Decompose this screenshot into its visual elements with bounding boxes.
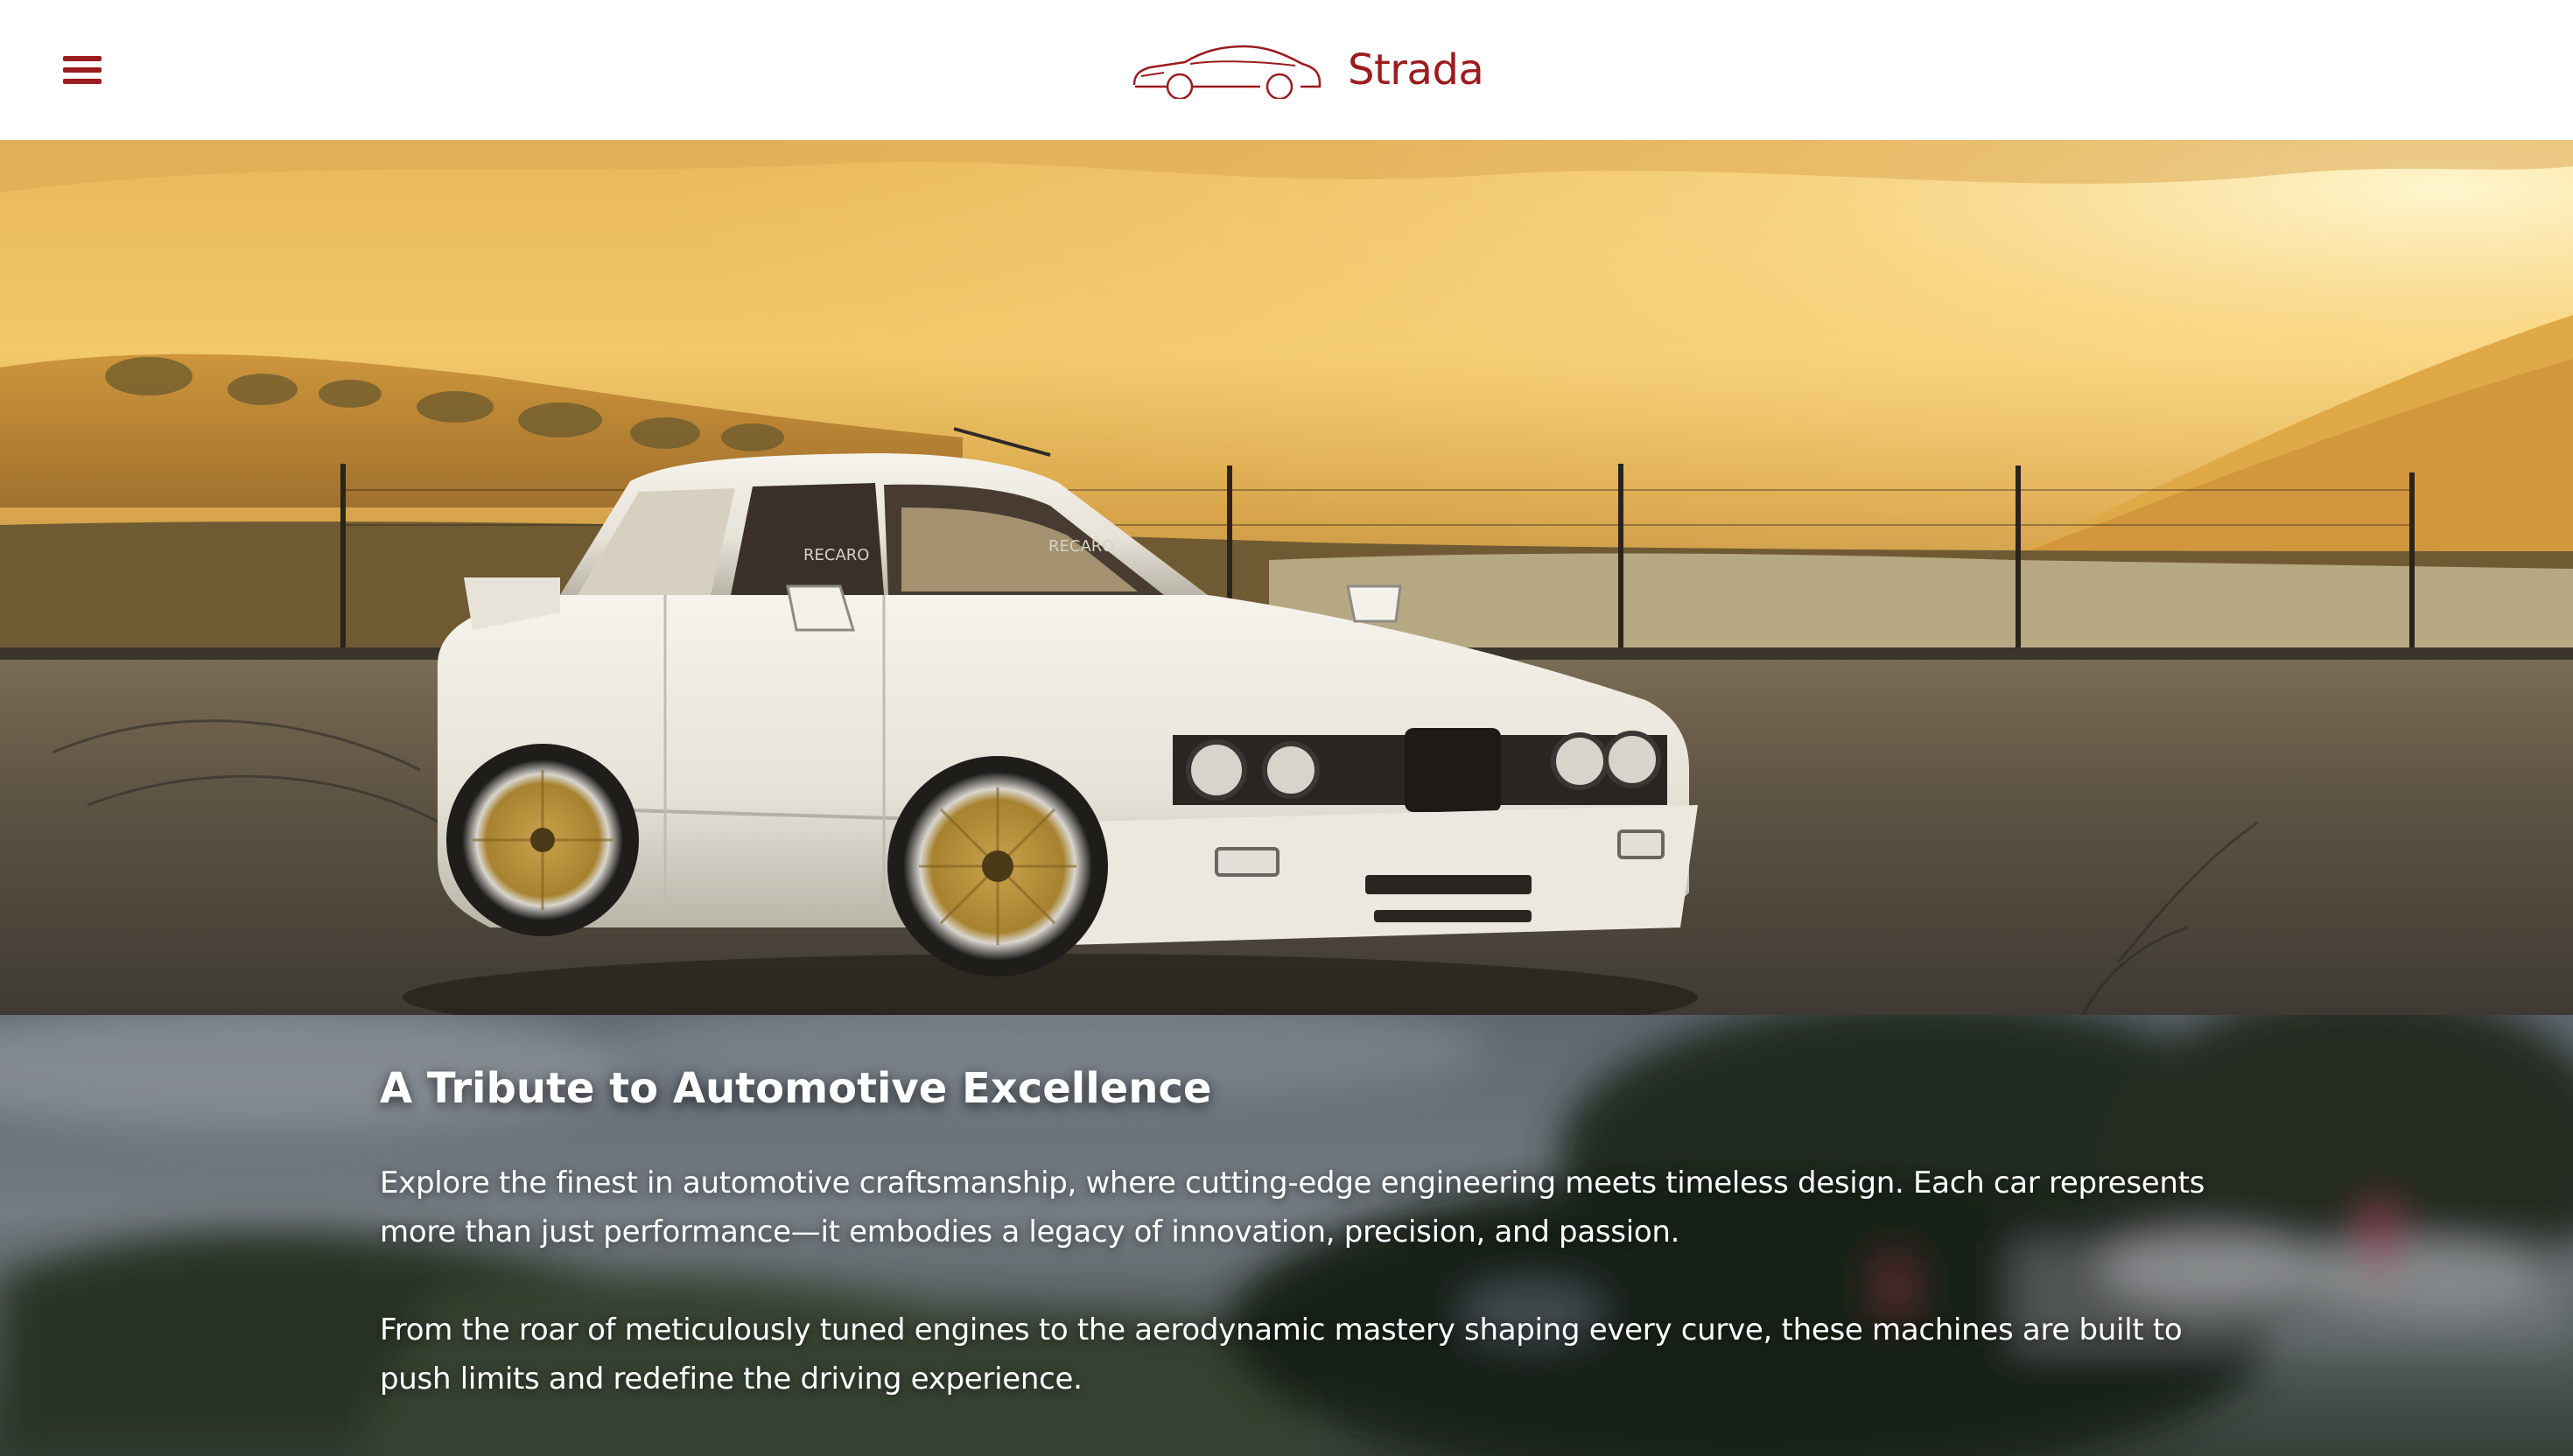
tribute-paragraph-2: From the roar of meticulously tuned engi…: [380, 1312, 2183, 1396]
seat-label-right: RECARO: [1048, 537, 1114, 556]
car-outline-logo-icon: [1129, 41, 1323, 99]
tribute-heading: A Tribute to Automotive Excellence: [380, 1064, 1212, 1113]
brand-name: Strada: [1348, 46, 1484, 94]
page: Strada RECARO RECARO A Tribute to Automo…: [0, 0, 2573, 1456]
tribute-section: A Tribute to Automotive Excellence Explo…: [0, 1015, 2573, 1456]
tribute-content: A Tribute to Automotive Excellence Explo…: [380, 1064, 2235, 1452]
brand-logo-link[interactable]: Strada: [1129, 37, 1484, 103]
hero-car-image: RECARO RECARO: [0, 140, 2573, 1015]
tribute-paragraph-1: Explore the finest in automotive craftsm…: [380, 1165, 2205, 1250]
seat-label-left: RECARO: [803, 546, 869, 564]
hamburger-menu-icon[interactable]: [63, 52, 105, 88]
hero-illustration: RECARO RECARO: [0, 140, 2573, 1015]
top-navigation-bar: Strada: [0, 0, 2573, 140]
